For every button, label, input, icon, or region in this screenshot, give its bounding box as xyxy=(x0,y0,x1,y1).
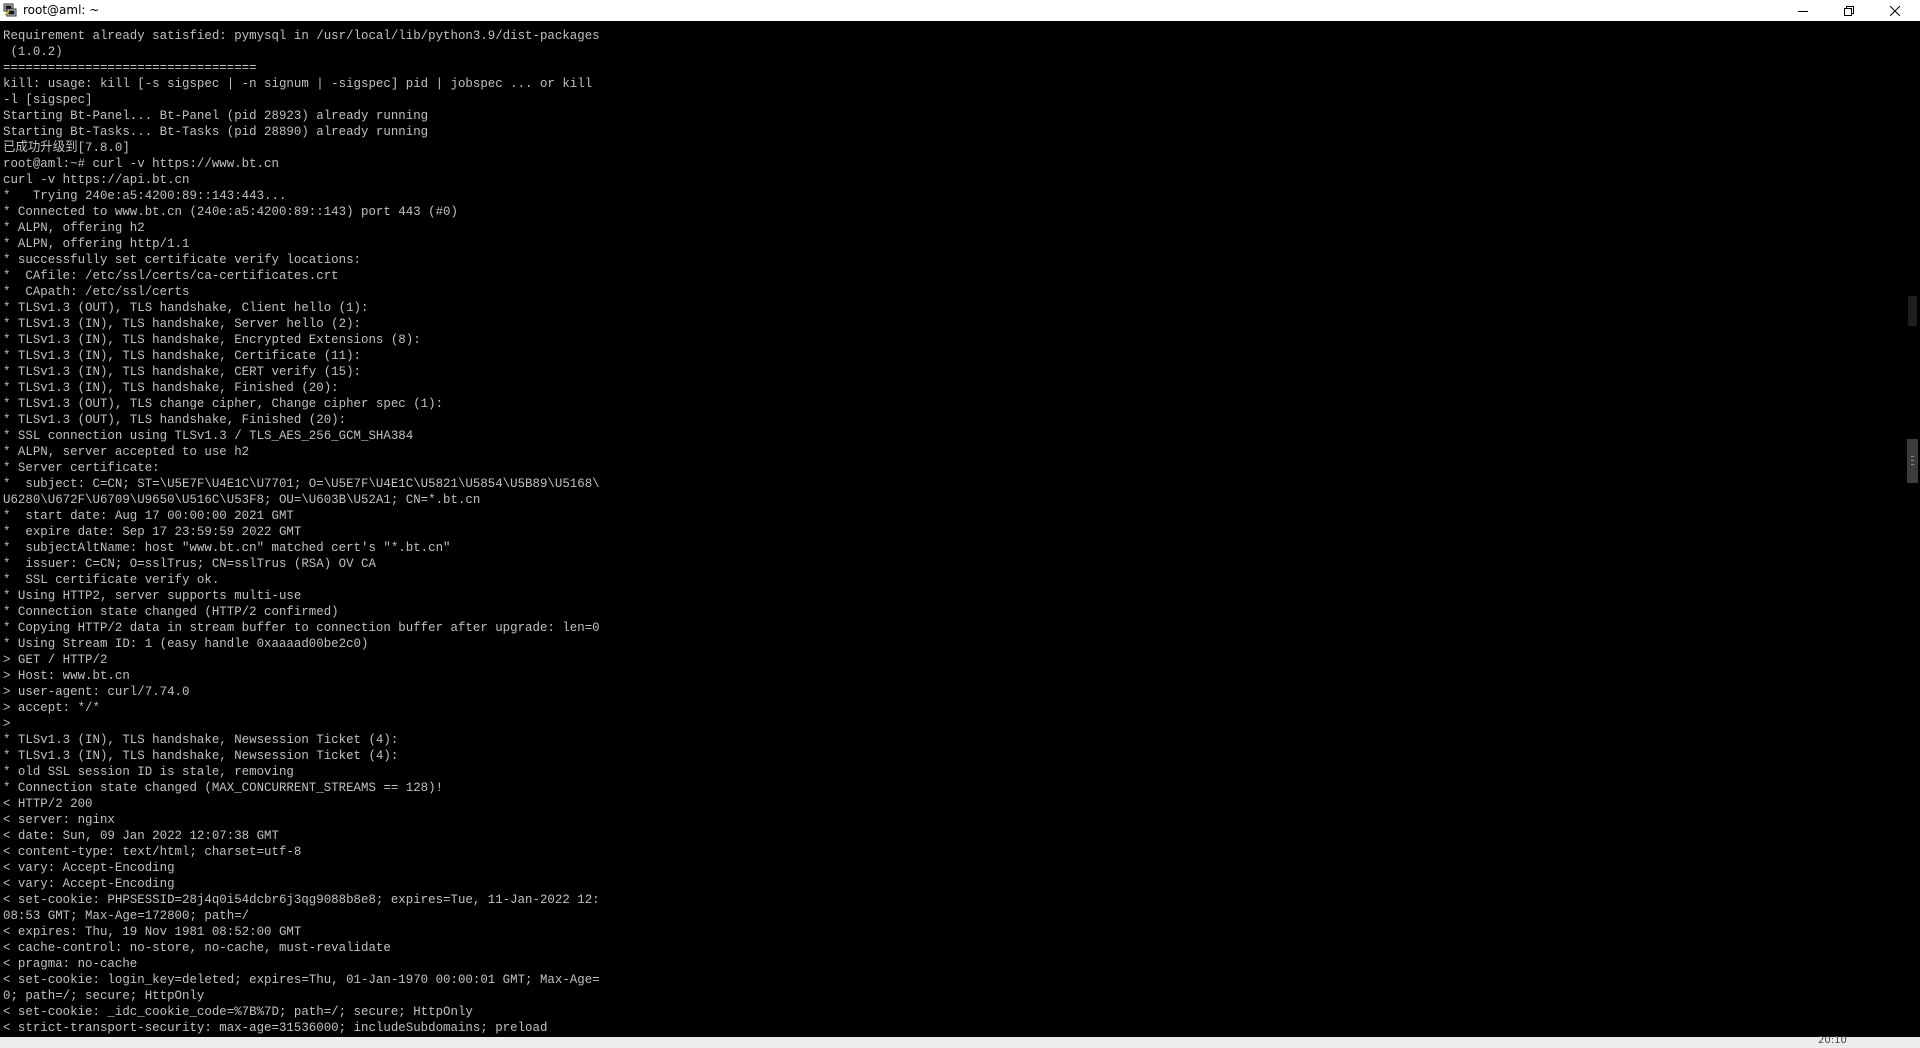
terminal-line: * Using Stream ID: 1 (easy handle 0xaaaa… xyxy=(3,636,369,651)
scroll-thumb[interactable] xyxy=(1907,439,1918,483)
terminal-line: * CApath: /etc/ssl/certs xyxy=(3,284,190,299)
terminal-line: < expires: Thu, 19 Nov 1981 08:52:00 GMT xyxy=(3,924,302,939)
terminal-line: * ALPN, offering h2 xyxy=(3,220,145,235)
putty-terminal-icon[interactable] xyxy=(3,3,17,17)
close-icon xyxy=(1890,5,1900,16)
terminal-line: < set-cookie: login_key=deleted; expires… xyxy=(3,972,600,987)
terminal-line: > user-agent: curl/7.74.0 xyxy=(3,684,190,699)
terminal-line: < strict-transport-security: max-age=315… xyxy=(3,1020,548,1035)
terminal-line: * TLSv1.3 (OUT), TLS handshake, Finished… xyxy=(3,412,347,427)
terminal-line: (1.0.2) xyxy=(3,44,63,59)
terminal-line: * TLSv1.3 (IN), TLS handshake, Newsessio… xyxy=(3,732,399,747)
terminal-line: < vary: Accept-Encoding xyxy=(3,876,175,891)
terminal-line: * CAfile: /etc/ssl/certs/ca-certificates… xyxy=(3,268,339,283)
vertical-scrollbar[interactable] xyxy=(1905,21,1920,1037)
terminal-line: * Connection state changed (HTTP/2 confi… xyxy=(3,604,339,619)
terminal-line: * successfully set certificate verify lo… xyxy=(3,252,361,267)
window-title: root@aml: ~ xyxy=(23,3,100,17)
scroll-position-marker xyxy=(1908,296,1917,326)
terminal-line: < cache-control: no-store, no-cache, mus… xyxy=(3,940,391,955)
taskbar-clock: 20:10 xyxy=(1818,1035,1847,1046)
grip-line xyxy=(1911,464,1914,465)
terminal-line: * expire date: Sep 17 23:59:59 2022 GMT xyxy=(3,524,302,539)
terminal-line: * subject: C=CN; ST=\U5E7F\U4E1C\U7701; … xyxy=(3,476,600,491)
terminal-line: < set-cookie: PHPSESSID=28j4q0i54dcbr6j3… xyxy=(3,892,600,907)
terminal-line: * TLSv1.3 (OUT), TLS handshake, Client h… xyxy=(3,300,369,315)
terminal-line: * Copying HTTP/2 data in stream buffer t… xyxy=(3,620,600,635)
terminal-line: > accept: */* xyxy=(3,700,100,715)
terminal-line: * TLSv1.3 (IN), TLS handshake, Server he… xyxy=(3,316,361,331)
terminal-line: * TLSv1.3 (IN), TLS handshake, Finished … xyxy=(3,380,339,395)
terminal-line: * TLSv1.3 (OUT), TLS change cipher, Chan… xyxy=(3,396,444,411)
terminal-line: ================================== xyxy=(3,60,257,75)
terminal-line: < pragma: no-cache xyxy=(3,956,138,971)
terminal-line: * old SSL session ID is stale, removing xyxy=(3,764,294,779)
grip-line xyxy=(1911,460,1914,461)
terminal-line: * Using HTTP2, server supports multi-use xyxy=(3,588,302,603)
terminal-line: 已成功升级到[7.8.0] xyxy=(3,140,130,155)
terminal-line: * SSL connection using TLSv1.3 / TLS_AES… xyxy=(3,428,414,443)
terminal-line: * subjectAltName: host "www.bt.cn" match… xyxy=(3,540,451,555)
terminal-line: > Host: www.bt.cn xyxy=(3,668,130,683)
terminal-line: * ALPN, offering http/1.1 xyxy=(3,236,190,251)
terminal-line: < content-type: text/html; charset=utf-8 xyxy=(3,844,302,859)
terminal-line: U6280\U672F\U6709\U9650\U516C\U53F8; OU=… xyxy=(3,492,481,507)
terminal-line: * Connection state changed (MAX_CONCURRE… xyxy=(3,780,444,795)
terminal-line: < HTTP/2 200 xyxy=(3,796,93,811)
terminal-line: > xyxy=(3,716,11,731)
minimize-button[interactable] xyxy=(1780,0,1826,21)
terminal-line: * Trying 240e:a5:4200:89::143:443... xyxy=(3,188,287,203)
terminal-line: * TLSv1.3 (IN), TLS handshake, Encrypted… xyxy=(3,332,421,347)
terminal-line: * Connected to www.bt.cn (240e:a5:4200:8… xyxy=(3,204,458,219)
terminal-window: root@aml: ~ Requirement already satisfie… xyxy=(0,0,1920,1048)
terminal-line: * TLSv1.3 (IN), TLS handshake, Newsessio… xyxy=(3,748,399,763)
terminal-line: * ALPN, server accepted to use h2 xyxy=(3,444,250,459)
terminal-line: Requirement already satisfied: pymysql i… xyxy=(3,28,600,43)
terminal-line: -l [sigspec] xyxy=(3,92,93,107)
terminal-line: Starting Bt-Tasks... Bt-Tasks (pid 28890… xyxy=(3,124,429,139)
terminal-line: > GET / HTTP/2 xyxy=(3,652,108,667)
terminal-line: * SSL certificate verify ok. xyxy=(3,572,220,587)
terminal-line: kill: usage: kill [-s sigspec | -n signu… xyxy=(3,76,593,91)
title-bar[interactable]: root@aml: ~ xyxy=(0,0,1920,21)
terminal-line: * TLSv1.3 (IN), TLS handshake, Certifica… xyxy=(3,348,361,363)
grip-line xyxy=(1911,456,1914,457)
minimize-icon xyxy=(1798,6,1808,16)
terminal-line: 0; path=/; secure; HttpOnly xyxy=(3,988,205,1003)
close-button[interactable] xyxy=(1872,0,1918,21)
restore-icon xyxy=(1844,5,1854,16)
terminal-line: curl -v https://api.bt.cn xyxy=(3,172,190,187)
terminal-line: 08:53 GMT; Max-Age=172800; path=/ xyxy=(3,908,250,923)
terminal-line: * Server certificate: xyxy=(3,460,160,475)
terminal-line: root@aml:~# curl -v https://www.bt.cn xyxy=(3,156,279,171)
terminal-lines: Requirement already satisfied: pymysql i… xyxy=(3,28,627,1036)
taskbar-strip: 20:10 xyxy=(0,1035,1920,1048)
terminal-line: < set-cookie: _idc_cookie_code=%7B%7D; p… xyxy=(3,1004,473,1019)
terminal-line: < date: Sun, 09 Jan 2022 12:07:38 GMT xyxy=(3,828,279,843)
restore-button[interactable] xyxy=(1826,0,1872,21)
terminal-line: Starting Bt-Panel... Bt-Panel (pid 28923… xyxy=(3,108,429,123)
terminal-line: < server: nginx xyxy=(3,812,115,827)
terminal-output[interactable]: Requirement already satisfied: pymysql i… xyxy=(0,21,1905,1037)
terminal-line: * issuer: C=CN; O=sslTrus; CN=sslTrus (R… xyxy=(3,556,376,571)
terminal-line: < vary: Accept-Encoding xyxy=(3,860,175,875)
terminal-line: * start date: Aug 17 00:00:00 2021 GMT xyxy=(3,508,294,523)
terminal-line: * TLSv1.3 (IN), TLS handshake, CERT veri… xyxy=(3,364,361,379)
